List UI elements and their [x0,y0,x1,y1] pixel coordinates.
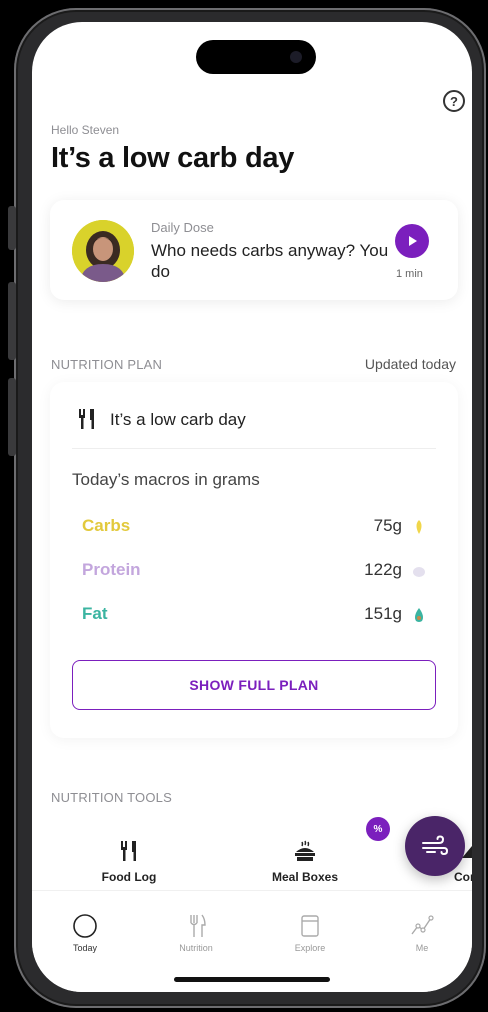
page-title: It’s a low carb day [51,142,295,174]
macro-row-carbs: Carbs 75g [82,516,430,538]
volume-down-button [8,378,16,456]
question-circle-icon[interactable]: ? [443,90,465,112]
egg-icon [413,567,425,577]
daily-dose-text: Who needs carbs anyway? You do [151,241,389,281]
greeting-text: Hello Steven [51,123,120,137]
play-button[interactable] [395,224,429,258]
daily-dose-label: Daily Dose [151,220,214,235]
tab-me[interactable]: Me [382,913,462,953]
tab-explore[interactable]: Explore [270,913,350,953]
floating-action-button[interactable] [405,816,465,876]
dynamic-island [196,40,316,74]
avocado-icon [415,608,423,622]
mute-switch [8,206,16,250]
macros-heading: Today’s macros in grams [72,470,260,489]
plan-name: It’s a low carb day [110,410,246,429]
macro-name: Carbs [82,516,131,535]
daily-dose-card[interactable]: Daily Dose Who needs carbs anyway? You d… [50,200,458,300]
wind-icon [422,835,449,856]
home-indicator [174,977,330,982]
macro-value: 75g [373,516,402,535]
grain-icon [416,520,422,534]
tab-today[interactable]: Today [45,913,125,953]
updated-status: Updated today [364,356,456,372]
macro-name: Protein [82,560,141,579]
tab-label: Today [72,943,98,953]
tool-meal-boxes[interactable]: Meal Boxes [255,840,355,884]
macro-row-protein: Protein 122g [82,560,430,582]
nutrition-tools-heading: NUTRITION TOOLS [51,790,172,805]
daily-dose-duration: 1 min [396,268,423,280]
cutlery-icon [79,409,94,429]
app-screen: ? Hello Steven It’s a low carb day Daily… [32,22,472,992]
nutrition-plan-heading: NUTRITION PLAN [51,357,163,372]
trend-chart-icon [411,915,434,935]
circle-icon [73,914,97,938]
play-icon [409,236,417,246]
divider [72,448,436,449]
tool-label: Food Log [101,870,157,884]
macro-name: Fat [82,604,108,623]
show-full-plan-button[interactable]: SHOW FULL PLAN [72,660,436,710]
tab-label: Me [415,943,429,953]
tab-nutrition[interactable]: Nutrition [156,913,236,953]
macro-value: 151g [364,604,402,623]
volume-up-button [8,282,16,360]
tool-label: Meal Boxes [271,870,339,884]
avatar [72,220,134,282]
tab-label: Explore [294,943,326,953]
cutlery-icon [121,841,136,861]
discount-badge: % [366,817,390,841]
macro-row-fat: Fat 151g [82,604,430,626]
macro-value: 122g [364,560,402,579]
tab-label: Nutrition [179,943,213,953]
cutlery-icon [190,914,206,937]
tool-food-log[interactable]: Food Log [79,840,179,884]
meal-box-icon [295,840,315,861]
nutrition-plan-card: It’s a low carb day Today’s macros in gr… [50,382,458,738]
explore-icon [301,915,319,937]
